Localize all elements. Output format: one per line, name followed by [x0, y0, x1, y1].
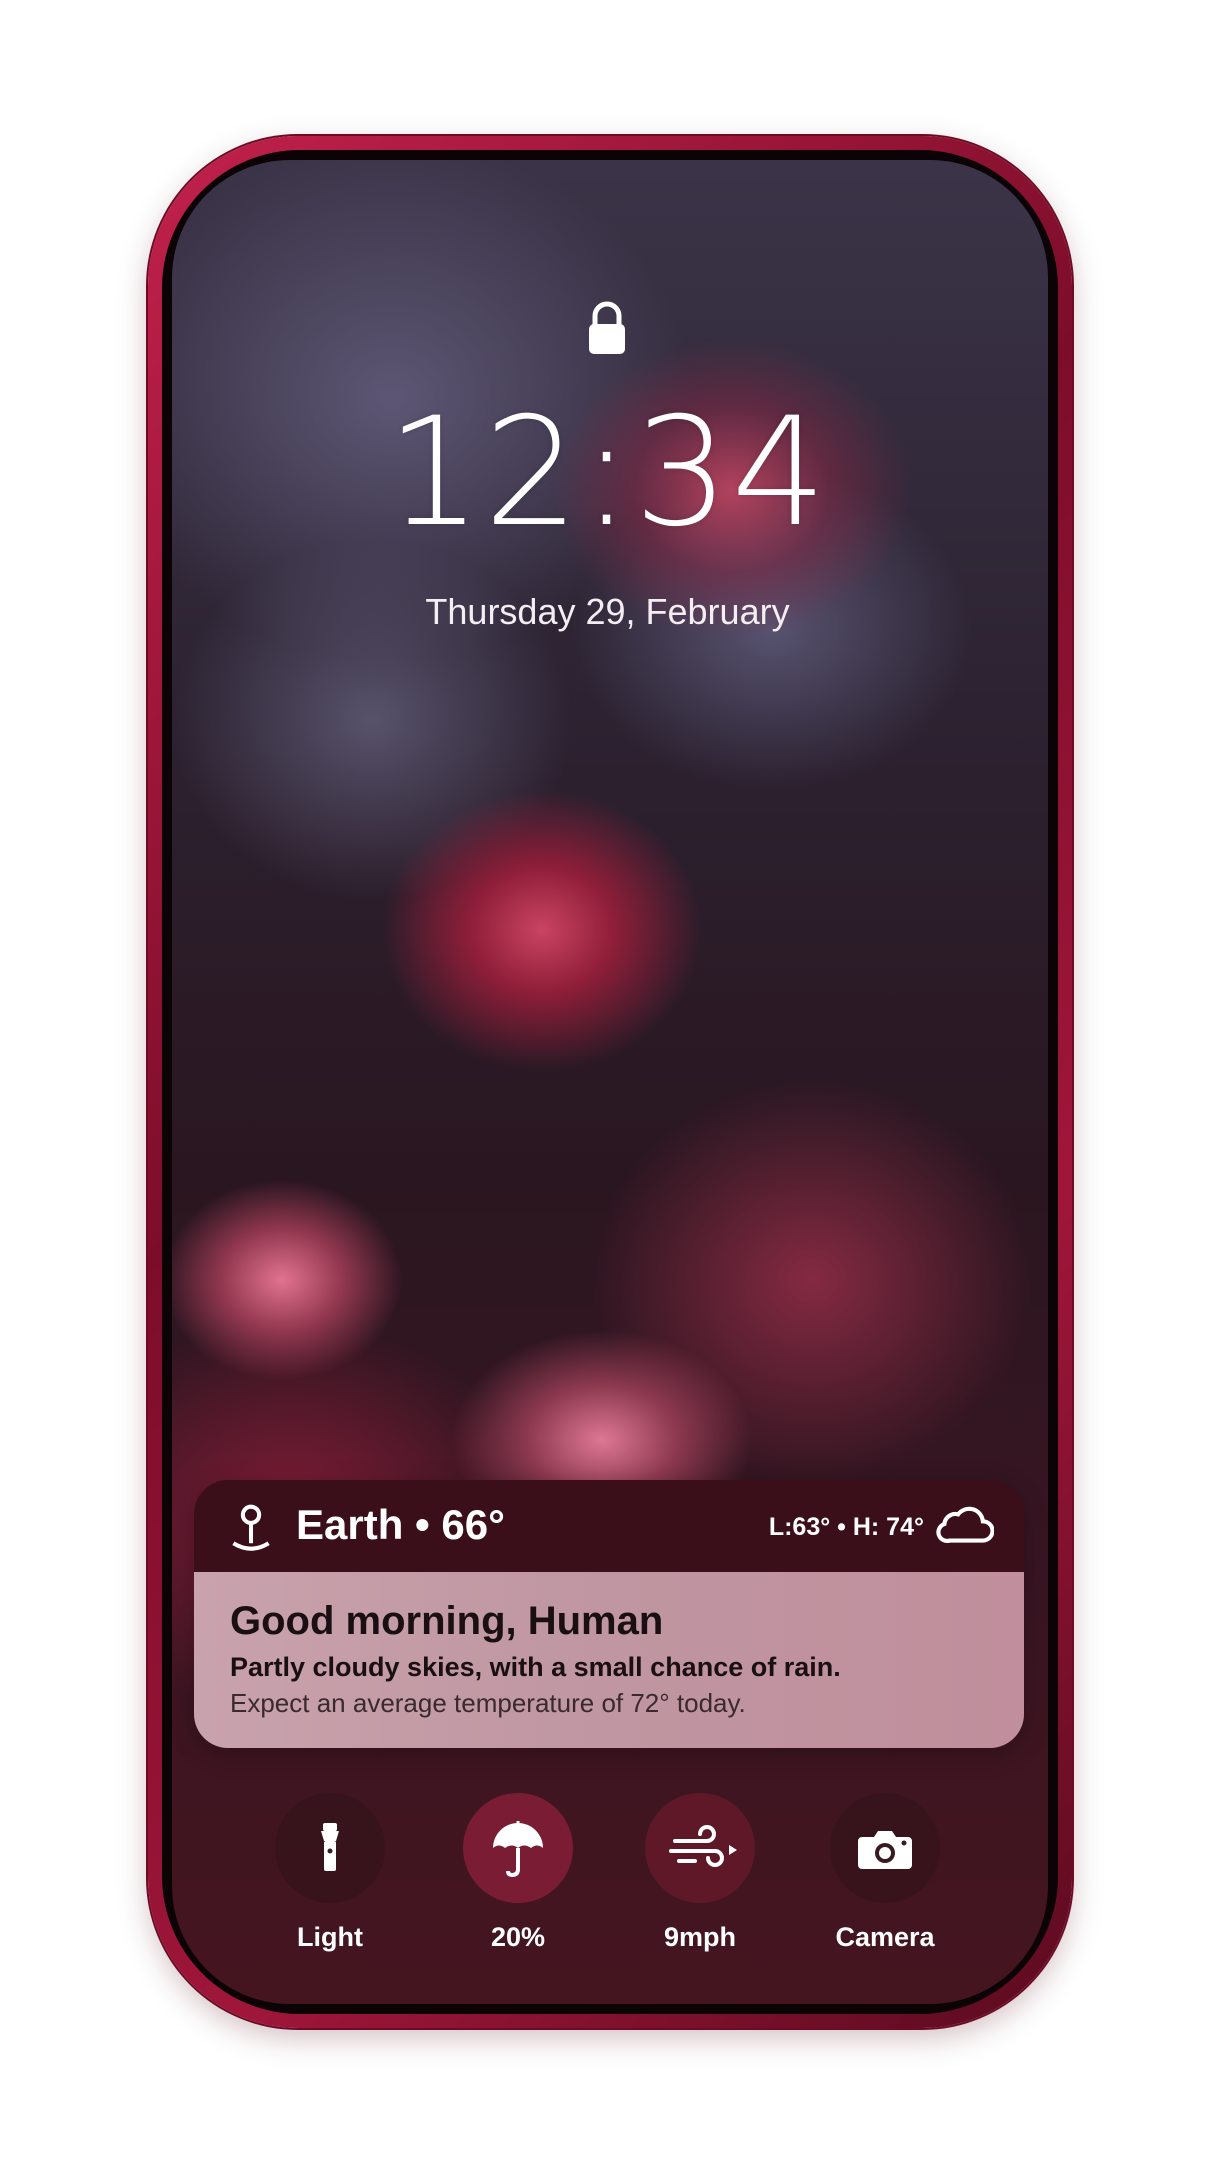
weather-widget[interactable]: Earth • 66° L:63° • H: 74° Good morning,… [194, 1480, 1024, 1748]
flashlight-icon [321, 1823, 339, 1871]
clock-time: 12:34 [386, 386, 829, 560]
wind-icon [669, 1825, 737, 1867]
wind-speed-label: 9mph [663, 1922, 736, 1952]
camera-button[interactable] [830, 1793, 940, 1903]
weather-widget-body: Good morning, Human Partly cloudy skies,… [194, 1572, 1024, 1748]
location-pin-icon [232, 1504, 270, 1551]
flashlight-label: Light [297, 1922, 363, 1952]
flashlight-button[interactable] [275, 1793, 385, 1903]
camera-icon [858, 1831, 912, 1869]
lock-screen-content: 12:34 Thursday 29, February Earth • 66° … [0, 0, 1215, 2160]
rain-chance-button[interactable] [463, 1793, 573, 1903]
expectation-text: Expect an average temperature of 72° tod… [230, 1688, 746, 1718]
clock-date: Thursday 29, February [425, 591, 790, 632]
lock-icon [589, 301, 625, 354]
wind-speed-button[interactable] [645, 1793, 755, 1903]
umbrella-icon [493, 1821, 543, 1878]
forecast-text: Partly cloudy skies, with a small chance… [230, 1652, 841, 1682]
weather-location: Earth • 66° [296, 1501, 505, 1548]
cloud-icon [936, 1506, 994, 1543]
camera-label: Camera [835, 1922, 935, 1952]
weather-hilo: L:63° • H: 74° [768, 1513, 924, 1541]
rain-chance-label: 20% [490, 1922, 546, 1952]
greeting-text: Good morning, Human [230, 1599, 664, 1643]
weather-widget-header: Earth • 66° L:63° • H: 74° [194, 1480, 1024, 1572]
